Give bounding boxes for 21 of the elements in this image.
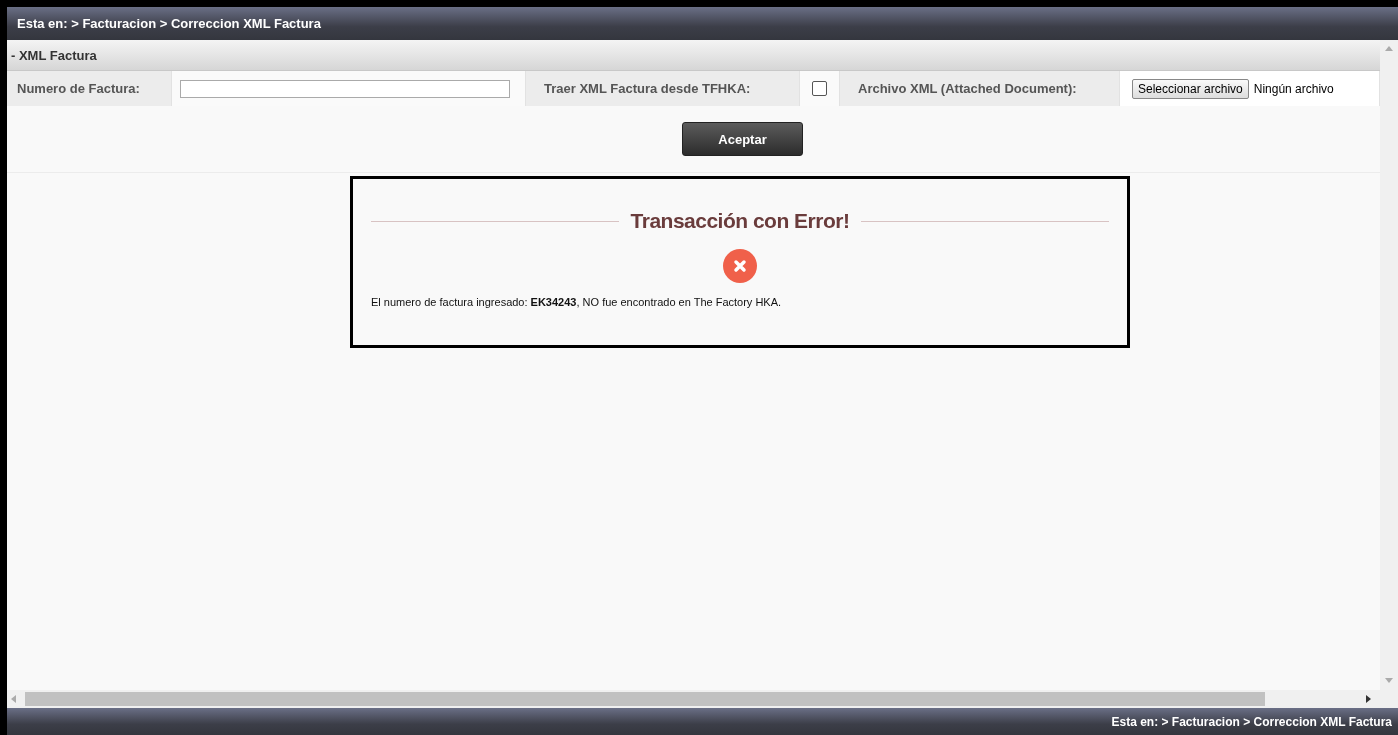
horizontal-scrollbar[interactable] (7, 690, 1380, 708)
field-label: Traer XML Factura desde TFHKA: (544, 81, 751, 96)
file-status: Ningún archivo (1253, 81, 1334, 96)
invoice-number-field[interactable] (180, 79, 510, 98)
error-icon (723, 249, 757, 283)
scroll-down-icon[interactable] (1385, 678, 1393, 684)
vertical-scrollbar[interactable] (1380, 40, 1398, 708)
choose-file-button[interactable]: Seleccionar archivo (1132, 78, 1249, 99)
section-header[interactable]: - XML Factura (7, 40, 1380, 71)
scroll-right-icon[interactable] (1366, 695, 1372, 703)
dialog-title: Transacción con Error! (630, 209, 850, 233)
error-message: El numero de factura ingresado: EK34243, NO fue encontrado en The Factory HKA. (371, 296, 782, 308)
accept-button[interactable]: Aceptar (682, 122, 803, 156)
checkbox[interactable] (812, 81, 827, 96)
scroll-up-icon[interactable] (1385, 46, 1393, 52)
breadcrumb: Esta en: > Facturacion > Correccion XML Factura (17, 16, 321, 31)
scroll-left-icon[interactable] (11, 695, 17, 703)
breadcrumb: Esta en: > Facturacion > Correccion XML Factura (1111, 714, 1392, 729)
field-label: Archivo XML (Attached Document): (858, 81, 1077, 96)
field-label: Numero de Factura: (17, 81, 140, 96)
section-title: - XML Factura (11, 47, 97, 63)
